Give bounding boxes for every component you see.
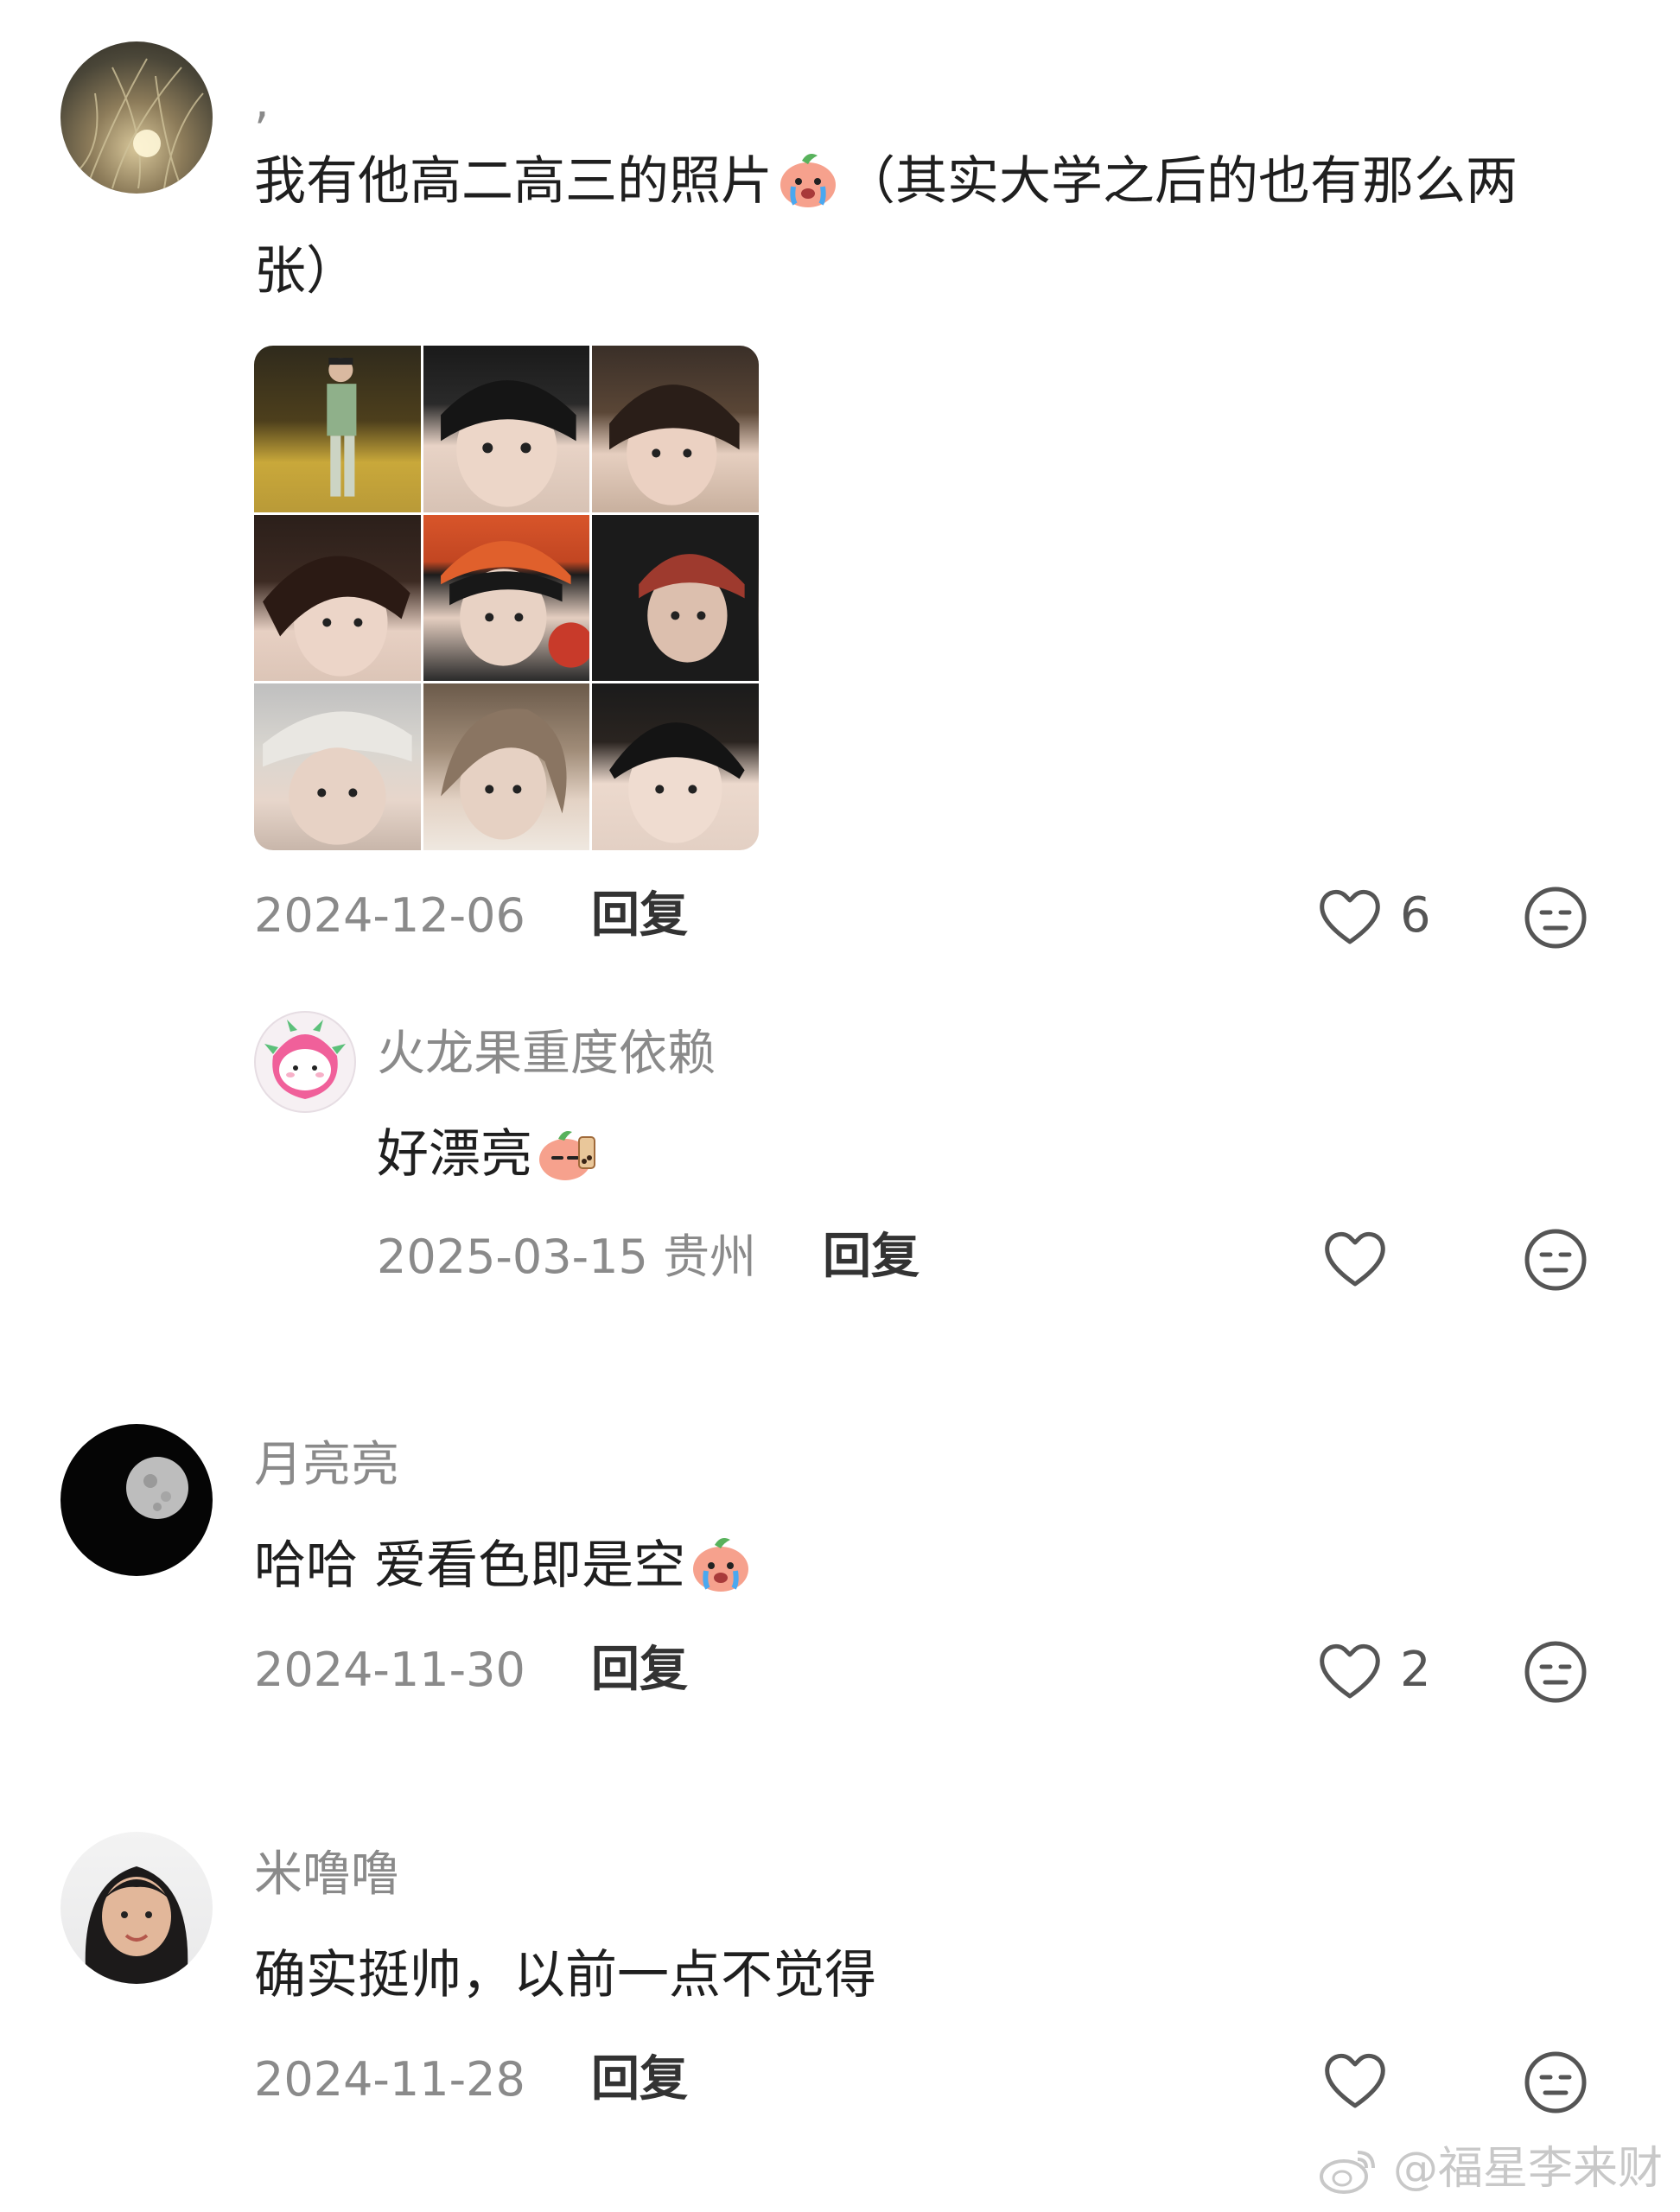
photo-thumbnail[interactable] <box>423 683 590 850</box>
heart-outline-icon[interactable] <box>1320 1225 1390 1294</box>
watermark: @福星李来财 <box>1318 2139 1663 2199</box>
comment-1-image-grid <box>254 346 759 850</box>
photo-thumbnail[interactable] <box>254 346 421 512</box>
avatar-user-1[interactable] <box>60 41 213 194</box>
comment-1-text-part1: 我有他高二高三的照片 <box>254 151 773 212</box>
comment-2-username[interactable]: 月亮亮 <box>254 1434 399 1497</box>
reply-1-date-text: 2025-03-15 <box>377 1230 648 1284</box>
reply-1-date: 2025-03-15 贵州 <box>377 1227 756 1287</box>
watermark-text: @福星李来财 <box>1392 2143 1663 2195</box>
reply-1-reply-button[interactable]: 回复 <box>823 1227 920 1287</box>
person-photo-icon <box>609 722 745 843</box>
crying-peach-emoji <box>780 154 836 208</box>
neutral-face-icon[interactable] <box>1523 2050 1588 2115</box>
person-photo-icon <box>440 380 576 507</box>
weibo-logo-icon <box>1320 2151 1376 2194</box>
comment-1-date: 2024-12-06 <box>254 888 525 943</box>
comment-1-text: 我有他高二高三的照片 （其实大学之后的也有那么两张） <box>254 137 1585 316</box>
person-photo-icon <box>440 540 590 668</box>
comment-3-reply-button[interactable]: 回复 <box>591 2050 688 2110</box>
comment-1-reply-button[interactable]: 回复 <box>591 886 688 946</box>
comment-2-reply-button[interactable]: 回复 <box>591 1640 688 1700</box>
person-photo-icon <box>263 556 410 677</box>
avatar-user-2[interactable] <box>60 1424 213 1576</box>
avatar-reply-1[interactable] <box>254 1011 356 1113</box>
photo-thumbnail[interactable] <box>423 514 590 682</box>
comment-3-text: 确实挺帅，以前一点不觉得 <box>254 1945 876 2005</box>
reply-1-text: 好漂亮 <box>377 1109 1500 1199</box>
person-photo-icon <box>440 709 567 840</box>
avatar-user-3[interactable] <box>60 1832 213 1984</box>
reply-1-text-content: 好漂亮 <box>377 1124 532 1185</box>
neutral-face-icon[interactable] <box>1523 1639 1588 1705</box>
comment-2-date: 2024-11-30 <box>254 1643 525 1697</box>
photo-thumbnail[interactable] <box>254 514 421 682</box>
person-photo-icon <box>327 358 357 497</box>
person-photo-icon <box>263 711 412 845</box>
heart-outline-icon[interactable] <box>1315 1637 1384 1707</box>
reply-1-location: 贵州 <box>663 1230 756 1284</box>
comment-2-like-count: 2 <box>1400 1642 1431 1698</box>
heart-outline-icon[interactable] <box>1320 2047 1390 2116</box>
dragonfruit-cat-icon <box>264 1020 346 1099</box>
neutral-face-icon[interactable] <box>1523 1227 1588 1293</box>
peach-boba-emoji <box>539 1131 595 1181</box>
comment-1-username[interactable]: , <box>254 71 270 133</box>
comment-3-date: 2024-11-28 <box>254 2052 525 2107</box>
reply-1-username[interactable]: 火龙果重度依赖 <box>377 1023 716 1085</box>
crying-peach-emoji <box>693 1538 749 1592</box>
photo-thumbnail[interactable] <box>592 514 759 682</box>
person-photo-icon <box>609 385 740 505</box>
neutral-face-icon[interactable] <box>1523 885 1588 950</box>
photo-thumbnail[interactable] <box>254 683 421 850</box>
comment-3-username[interactable]: 米噜噜 <box>254 1844 399 1906</box>
woman-photo-icon <box>85 1866 188 1984</box>
photo-thumbnail[interactable] <box>592 683 759 850</box>
comment-1-like-count: 6 <box>1400 887 1431 944</box>
grass-photo-icon <box>77 58 204 189</box>
photo-thumbnail[interactable] <box>423 346 590 512</box>
comment-2-text: 哈哈 爱看色即是空 <box>254 1521 1585 1611</box>
moon-icon <box>126 1457 188 1519</box>
photo-thumbnail[interactable] <box>592 346 759 512</box>
heart-outline-icon[interactable] <box>1315 883 1384 952</box>
comment-2-text-content: 哈哈 爱看色即是空 <box>254 1535 686 1596</box>
person-photo-icon <box>592 514 759 682</box>
